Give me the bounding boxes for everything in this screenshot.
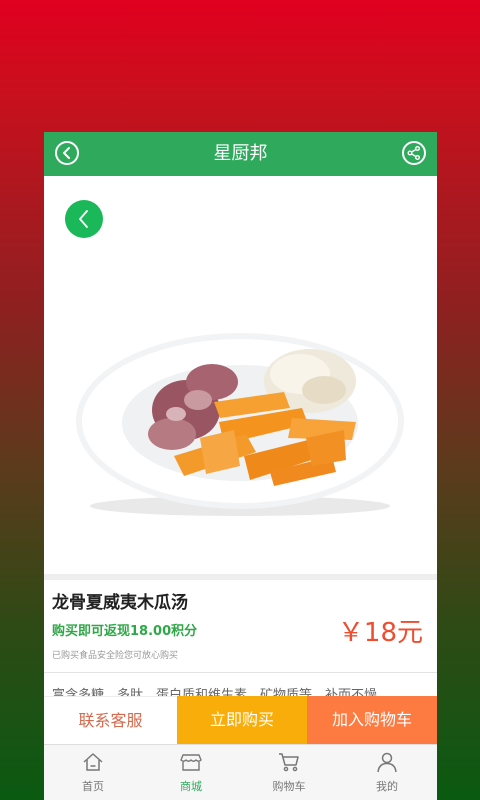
image-back-button[interactable] — [65, 200, 103, 238]
product-photo — [76, 333, 404, 516]
chevron-left-icon — [79, 210, 88, 228]
tab-store-label: 商城 — [180, 780, 202, 793]
phone-screen: 星厨邦 龙骨夏威夷木瓜汤 购买即可返现18.00积分 已购买食品安全险您可放心购… — [44, 132, 437, 800]
product-info: 龙骨夏威夷木瓜汤 购买即可返现18.00积分 已购买食品安全险您可放心购买 ￥1… — [44, 580, 437, 672]
product-image-area — [44, 176, 437, 574]
action-bar: 联系客服 立即购买 加入购物车 — [44, 696, 437, 744]
tab-mine-label: 我的 — [376, 780, 398, 793]
product-name: 龙骨夏威夷木瓜汤 — [52, 593, 188, 613]
store-icon — [180, 754, 202, 771]
bottom-tab-bar: 首页 商城 购物车 我的 — [44, 744, 437, 800]
tab-home-label: 首页 — [82, 780, 104, 793]
cart-icon — [279, 753, 299, 772]
home-icon — [83, 753, 103, 771]
share-button[interactable] — [402, 141, 426, 165]
page-title: 星厨邦 — [213, 143, 268, 164]
buy-now-button[interactable]: 立即购买 — [177, 696, 307, 744]
product-price: ￥18元 — [337, 618, 423, 648]
tab-store[interactable]: 商城 — [142, 745, 240, 800]
tab-cart[interactable]: 购物车 — [240, 745, 338, 800]
tab-home[interactable]: 首页 — [44, 745, 142, 800]
top-bar: 星厨邦 — [44, 132, 437, 176]
add-to-cart-button[interactable]: 加入购物车 — [307, 696, 437, 744]
rebate-text: 购买即可返现18.00积分 — [52, 624, 198, 639]
contact-service-button[interactable]: 联系客服 — [44, 696, 177, 744]
info-divider — [44, 672, 437, 673]
share-icon — [407, 146, 420, 160]
safety-notice: 已购买食品安全险您可放心购买 — [52, 651, 179, 661]
user-icon — [377, 752, 397, 773]
tab-cart-label: 购物车 — [272, 780, 306, 793]
tab-mine[interactable]: 我的 — [338, 745, 436, 800]
